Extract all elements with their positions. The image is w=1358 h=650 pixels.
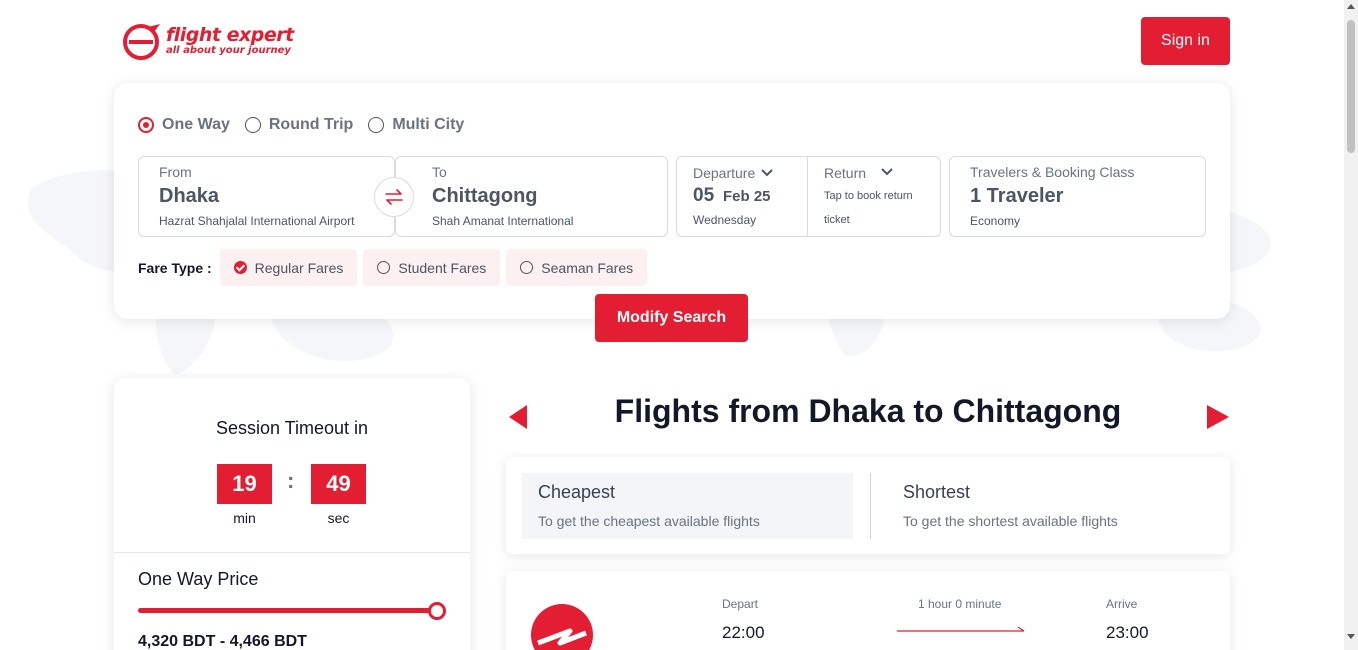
- flight-result-card[interactable]: Depart 22:00 1 hour 0 minute Arrive 23:0…: [506, 571, 1230, 650]
- sidebar-divider: [114, 552, 470, 553]
- fare-type-option-label: Student Fares: [398, 259, 487, 276]
- brand-logo[interactable]: flight expert all about your journey: [122, 22, 294, 60]
- sort-shortest[interactable]: Shortest To get the shortest available f…: [887, 473, 1214, 539]
- sort-option-desc: To get the shortest available flights: [903, 513, 1118, 529]
- swap-arrows-icon: [385, 189, 403, 205]
- from-label: From: [159, 164, 192, 180]
- scrollbar-thumb[interactable]: [1347, 20, 1355, 153]
- session-timeout-title: Session Timeout in: [215, 418, 369, 438]
- radio-icon[interactable]: [368, 117, 385, 133]
- results-origin: Dhaka: [808, 393, 905, 429]
- to-label: To: [432, 164, 447, 180]
- radio-selected-icon[interactable]: [138, 117, 154, 133]
- to-airport: Shah Amanat International: [432, 214, 574, 228]
- scroll-up-icon[interactable]: [1347, 4, 1355, 9]
- departure-month-year: Feb 25: [723, 188, 771, 205]
- travelers-count: 1 Traveler: [970, 185, 1064, 207]
- trip-type-group: One Way Round Trip Multi City: [138, 116, 479, 134]
- flight-duration: 1 hour 0 minute: [918, 597, 1002, 611]
- timer-separator: :: [287, 468, 295, 493]
- to-field[interactable]: To Chittagong Shah Amanat International: [395, 156, 668, 237]
- trip-type-label: One Way: [162, 116, 230, 133]
- depart-time: 22:00: [722, 623, 765, 642]
- sort-cheapest[interactable]: Cheapest To get the cheapest available f…: [522, 473, 853, 539]
- sort-option-title: Cheapest: [538, 482, 616, 502]
- sort-divider: [870, 473, 871, 539]
- fare-type-student[interactable]: Student Fares: [363, 249, 501, 286]
- results-connector: to: [913, 393, 944, 429]
- departure-label: Departure: [693, 165, 756, 181]
- travelers-field[interactable]: Travelers & Booking Class 1 Traveler Eco…: [949, 156, 1206, 237]
- page: flight expert all about your journey Sig…: [0, 0, 1344, 650]
- fare-type-regular[interactable]: Regular Fares: [219, 249, 358, 286]
- price-range-text: 4,320 BDT - 4,466 BDT: [138, 633, 307, 650]
- arrive-label: Arrive: [1106, 597, 1138, 611]
- departure-date[interactable]: Departure 05 Feb 25 Wednesday: [677, 157, 808, 236]
- timer-min-label: min: [233, 510, 256, 526]
- sort-options: Cheapest To get the cheapest available f…: [506, 457, 1230, 554]
- price-slider-handle[interactable]: [428, 602, 446, 620]
- flight-path-arrow-icon: [897, 627, 1025, 632]
- results-title-prefix: Flights from: [614, 393, 800, 429]
- airline-logo-icon: [531, 604, 593, 650]
- scroll-down-icon[interactable]: [1347, 634, 1355, 639]
- trip-type-round-trip[interactable]: Round Trip: [244, 116, 354, 134]
- arrive-time: 23:00: [1106, 623, 1149, 642]
- from-airport: Hazrat Shahjalal International Airport: [159, 214, 355, 228]
- booking-class: Economy: [970, 214, 1021, 228]
- filter-sidebar: Session Timeout in 19 : 49 min sec One W…: [114, 378, 470, 650]
- fare-type-option-label: Regular Fares: [254, 259, 344, 276]
- radio-icon[interactable]: [244, 117, 261, 133]
- results-title: Flights from Dhaka to Chittagong: [506, 393, 1230, 430]
- from-city: Dhaka: [159, 185, 220, 207]
- price-slider-track[interactable]: [138, 608, 437, 613]
- departure-day: 05: [693, 185, 715, 206]
- logo-mark-icon: [123, 24, 160, 60]
- timer-seconds: 49: [311, 464, 366, 504]
- brand-name: flight expert: [166, 24, 294, 46]
- radio-icon[interactable]: [520, 261, 534, 274]
- return-hint-line1: Tap to book return: [824, 190, 913, 202]
- from-field[interactable]: From Dhaka Hazrat Shahjalal Internationa…: [138, 156, 395, 237]
- modify-search-button[interactable]: Modify Search: [595, 294, 748, 342]
- page-scrollbar[interactable]: [1344, 0, 1358, 650]
- next-day-arrow-icon[interactable]: [1206, 404, 1230, 430]
- search-form-card: One Way Round Trip Multi City From Dhaka…: [114, 83, 1230, 319]
- fare-type-group: Fare Type : Regular Fares Student Fares …: [138, 249, 653, 286]
- trip-type-multi-city[interactable]: Multi City: [368, 116, 464, 134]
- trip-type-label: Round Trip: [268, 116, 354, 133]
- timer-minutes: 19: [217, 464, 272, 504]
- departure-weekday: Wednesday: [693, 213, 757, 227]
- fare-type-label: Fare Type :: [138, 259, 212, 276]
- chevron-down-icon: [881, 168, 893, 176]
- depart-label: Depart: [722, 597, 759, 611]
- brand-tagline: all about your journey: [166, 45, 291, 56]
- date-field: Departure 05 Feb 25 Wednesday Return Tap…: [676, 156, 941, 237]
- trip-type-label: Multi City: [392, 116, 465, 133]
- to-city: Chittagong: [432, 185, 538, 207]
- sort-option-desc: To get the cheapest available flights: [538, 513, 760, 529]
- check-icon[interactable]: [233, 261, 247, 274]
- travelers-label: Travelers & Booking Class: [970, 164, 1135, 180]
- swap-airports-button[interactable]: [374, 177, 414, 217]
- return-hint-line2: ticket: [824, 214, 850, 226]
- return-date[interactable]: Return Tap to book return ticket: [808, 157, 940, 236]
- fare-type-seaman[interactable]: Seaman Fares: [506, 249, 648, 286]
- results-destination: Chittagong: [952, 393, 1122, 429]
- trip-type-one-way[interactable]: One Way: [138, 116, 230, 134]
- return-label: Return: [824, 165, 867, 181]
- sort-option-title: Shortest: [903, 482, 971, 502]
- chevron-down-icon: [761, 169, 773, 177]
- price-filter-title: One Way Price: [138, 569, 259, 589]
- timer-sec-label: sec: [327, 510, 350, 526]
- radio-icon[interactable]: [377, 261, 391, 274]
- fare-type-option-label: Seaman Fares: [541, 259, 634, 276]
- signin-button[interactable]: Sign in: [1141, 17, 1230, 65]
